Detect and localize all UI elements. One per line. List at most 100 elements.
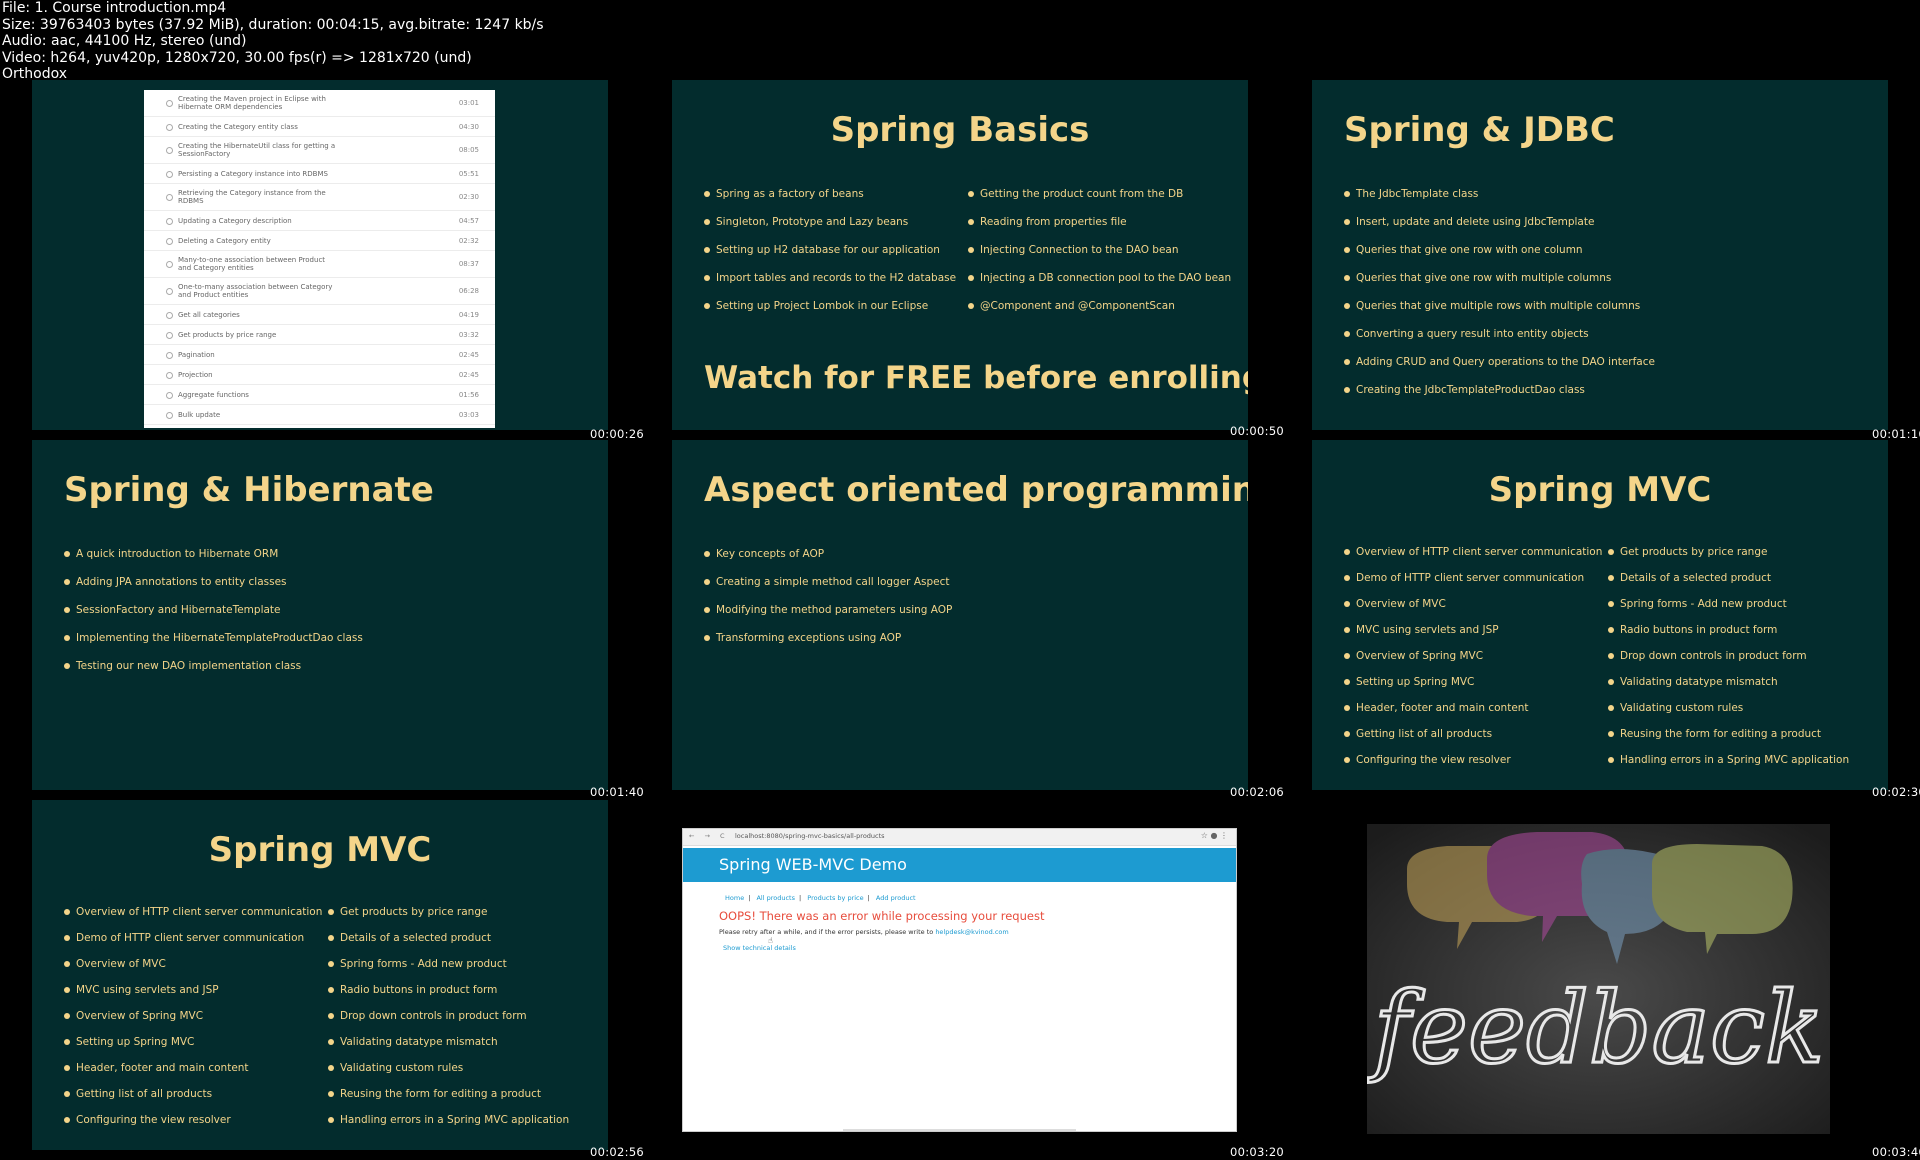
lesson-status-icon [166, 237, 173, 245]
lesson-row[interactable]: Get products by price range 03:32 [144, 325, 495, 345]
lesson-status-icon [166, 391, 173, 399]
thumbnail-8[interactable]: ← → C localhost:8080/spring-mvc-basics/a… [672, 822, 1248, 1132]
topic-item: Creating a simple method call logger Asp… [704, 576, 952, 588]
lesson-row[interactable]: Get all categories 04:19 [144, 305, 495, 325]
lesson-title: Creating the HibernateUtil class for get… [178, 142, 336, 158]
lesson-row[interactable]: Creating the Maven project in Eclipse wi… [144, 90, 495, 117]
topic-item: Handling errors in a Spring MVC applicat… [1608, 754, 1849, 766]
topic-item: Setting up Project Lombok in our Eclipse [704, 300, 956, 312]
horizontal-scrollbar[interactable] [843, 1129, 1076, 1131]
lesson-title: Creating the Maven project in Eclipse wi… [178, 95, 326, 111]
topic-item: Validating datatype mismatch [1608, 676, 1849, 688]
topic-item: Testing our new DAO implementation class [64, 660, 363, 672]
address-bar[interactable]: localhost:8080/spring-mvc-basics/all-pro… [735, 832, 885, 840]
lesson-duration: 04:19 [458, 310, 479, 319]
slide-title: Spring Basics [830, 110, 1090, 150]
lesson-status-icon [166, 261, 173, 268]
lesson-row[interactable]: Aggregate functions 01:56 [144, 385, 495, 405]
topic-item: Drop down controls in product form [1608, 650, 1849, 662]
lesson-row[interactable]: Creating the Category entity class 04:30 [144, 117, 495, 137]
timestamp-1: 00:00:26 [590, 427, 645, 441]
lesson-row[interactable]: Persisting a Category instance into RDBM… [144, 164, 495, 184]
thumbnail-2[interactable]: Spring Basics Spring as a factory of bea… [672, 80, 1248, 430]
topic-item: @Component and @ComponentScan [968, 300, 1231, 312]
lesson-title: Get all categories [178, 310, 240, 319]
nav-home[interactable]: Home [725, 894, 744, 902]
topic-item: Key concepts of AOP [704, 548, 952, 560]
topic-list-right: Getting the product count from the DB Rea… [968, 188, 1231, 328]
promo-text: Watch for FREE before enrolling! [704, 360, 1248, 396]
slide-title: Spring & Hibernate [64, 470, 434, 510]
lesson-status-icon [166, 123, 173, 131]
thumbnail-4[interactable]: Spring & Hibernate A quick introduction … [32, 440, 608, 790]
timestamp-4: 00:01:40 [590, 785, 645, 799]
thumbnail-6[interactable]: Spring MVC Overview of HTTP client serve… [1312, 440, 1888, 790]
thumbnail-7[interactable]: Spring MVC Overview of HTTP client serve… [32, 800, 608, 1150]
topic-item: Overview of HTTP client server communica… [64, 906, 322, 918]
topic-item: Radio buttons in product form [328, 984, 569, 996]
topic-item: Queries that give one row with multiple … [1344, 272, 1655, 284]
file-size-line: Size: 39763403 bytes (37.92 MiB), durati… [2, 16, 544, 33]
browser-extension-icons[interactable]: ☆ ● ⋮ [1201, 831, 1228, 840]
topic-item: Creating the JdbcTemplateProductDao clas… [1344, 384, 1655, 396]
lesson-row[interactable]: Updating a Category description 04:57 [144, 211, 495, 231]
lesson-duration: 02:30 [458, 193, 479, 201]
show-details-link[interactable]: Show technical details [723, 944, 796, 952]
topic-item: Injecting a DB connection pool to the DA… [968, 272, 1231, 284]
topic-item: Header, footer and main content [1344, 702, 1602, 714]
lesson-row[interactable]: Pagination 02:45 [144, 345, 495, 365]
topic-item: Spring forms - Add new product [1608, 598, 1849, 610]
feedback-chalkboard-art: feedback [1367, 824, 1830, 1134]
helpdesk-email-link[interactable]: helpdesk@kvinod.com [935, 928, 1008, 936]
slide-title: Aspect oriented programming [704, 470, 1248, 510]
lesson-row[interactable]: Retrieving the Category instance from th… [144, 184, 495, 211]
slide-title: Spring & JDBC [1344, 110, 1615, 150]
topic-item: Setting up H2 database for our applicati… [704, 244, 956, 256]
timestamp-5: 00:02:06 [1230, 785, 1285, 799]
topic-item: Setting up Spring MVC [64, 1036, 322, 1048]
lesson-title: Bulk update [178, 410, 221, 419]
lesson-status-icon [166, 351, 173, 359]
topic-item: Get products by price range [1608, 546, 1849, 558]
lesson-row[interactable]: Deleting a Category entity 02:32 [144, 231, 495, 251]
lesson-row[interactable]: Many-to-one association between Product … [144, 251, 495, 278]
thumbnail-3[interactable]: Spring & JDBC The JdbcTemplate class Inse… [1312, 80, 1888, 430]
thumbnail-9[interactable]: feedback [1312, 822, 1888, 1134]
nav-add-product[interactable]: Add product [876, 894, 916, 902]
topic-list-left: Overview of HTTP client server communica… [64, 906, 322, 1140]
nav-products-by-price[interactable]: Products by price [807, 894, 863, 902]
topic-item: Reusing the form for editing a product [1608, 728, 1849, 740]
topic-list-left: Spring as a factory of beans Singleton, P… [704, 188, 956, 328]
lesson-duration: 06:28 [458, 287, 479, 295]
lesson-status-icon [166, 311, 173, 319]
lesson-duration: 01:56 [458, 390, 479, 399]
error-title: OOPS! There was an error while processin… [719, 909, 1045, 923]
lesson-row[interactable]: Projection 02:45 [144, 365, 495, 385]
topic-item: A quick introduction to Hibernate ORM [64, 548, 363, 560]
lesson-title: Many-to-one association between Product … [178, 256, 326, 272]
topic-list: Key concepts of AOP Creating a simple met… [704, 548, 952, 660]
lesson-title: Creating the Category entity class [178, 122, 298, 131]
thumbnail-1[interactable]: Creating the Maven project in Eclipse wi… [32, 80, 608, 430]
topic-item: Overview of Spring MVC [1344, 650, 1602, 662]
topic-item: Overview of MVC [1344, 598, 1602, 610]
lesson-row[interactable]: One-to-many association between Category… [144, 278, 495, 305]
topic-item: Get products by price range [328, 906, 569, 918]
nav-all-products[interactable]: All products [756, 894, 795, 902]
browser-nav-icons[interactable]: ← → C [689, 832, 729, 840]
thumbnail-5[interactable]: Aspect oriented programming Key concepts… [672, 440, 1248, 790]
topic-item: The JdbcTemplate class [1344, 188, 1655, 200]
lesson-status-icon [166, 371, 173, 379]
topic-item: Insert, update and delete using JdbcTemp… [1344, 216, 1655, 228]
audio-info-line: Audio: aac, 44100 Hz, stereo (und) [2, 33, 247, 49]
lesson-duration: 02:45 [458, 370, 479, 379]
topic-item: Adding JPA annotations to entity classes [64, 576, 363, 588]
topic-item: Converting a query result into entity ob… [1344, 328, 1655, 340]
topic-list-right: Get products by price range Details of a … [1608, 546, 1849, 780]
topic-list-left: Overview of HTTP client server communica… [1344, 546, 1602, 780]
feedback-chalk-text: feedback [1367, 972, 1824, 1086]
slide-title: Spring MVC [208, 830, 432, 870]
app-title: Spring WEB-MVC Demo [719, 855, 907, 874]
lesson-row[interactable]: Bulk update 03:03 [144, 405, 495, 425]
lesson-row[interactable]: Creating the HibernateUtil class for get… [144, 137, 495, 164]
